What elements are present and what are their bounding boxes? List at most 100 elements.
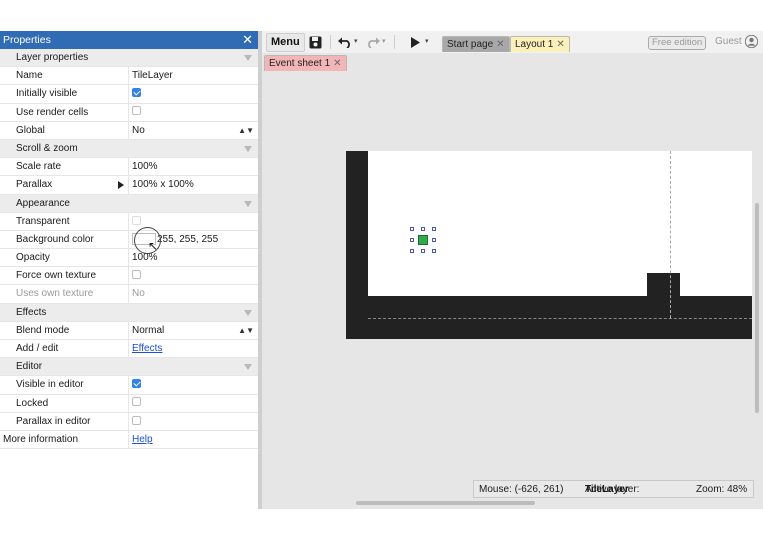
undo-icon[interactable] bbox=[338, 37, 352, 48]
prop-value bbox=[128, 103, 258, 122]
prop-label: Force own texture bbox=[16, 270, 97, 282]
main-toolbar: Menu ▾ ▾ ▾ Start page✕ Layout 1✕ Free bbox=[262, 31, 763, 53]
tab-close-icon[interactable]: ✕ bbox=[333, 58, 341, 69]
select-arrows-icon: ▲▼ bbox=[238, 125, 254, 135]
resize-handle[interactable] bbox=[421, 249, 425, 253]
prop-row-name: Name TileLayer bbox=[0, 67, 258, 86]
prop-label: Parallax in editor bbox=[16, 415, 91, 427]
prop-value bbox=[128, 376, 258, 395]
section-effects[interactable]: Effects bbox=[0, 303, 258, 322]
prop-label: Opacity bbox=[16, 252, 50, 264]
tile-block[interactable] bbox=[647, 273, 680, 297]
visible-in-editor-checkbox[interactable] bbox=[132, 379, 141, 389]
section-label: Effects bbox=[16, 306, 47, 318]
name-field[interactable]: TileLayer bbox=[128, 67, 258, 86]
play-icon[interactable] bbox=[411, 37, 420, 48]
resize-handle[interactable] bbox=[410, 238, 414, 242]
resize-handle[interactable] bbox=[410, 249, 414, 253]
prop-row-visible-in-editor: Visible in editor bbox=[0, 376, 258, 395]
parallax-field[interactable]: 100% x 100% bbox=[128, 176, 258, 195]
prop-row-blend-mode: Blend mode Normal ▲▼ bbox=[0, 321, 258, 341]
locked-checkbox[interactable] bbox=[132, 397, 141, 407]
uses-own-texture-value: No bbox=[128, 285, 258, 304]
zoom-level: Zoom: 48% bbox=[696, 484, 748, 495]
parallax-in-editor-checkbox[interactable] bbox=[132, 415, 141, 425]
resize-handle[interactable] bbox=[410, 227, 414, 231]
effects-link[interactable]: Effects bbox=[132, 343, 162, 354]
prop-row-add-edit: Add / edit Effects bbox=[0, 340, 258, 359]
prop-label: Name bbox=[16, 70, 43, 82]
resize-handle[interactable] bbox=[432, 227, 436, 231]
prop-label: Locked bbox=[16, 397, 49, 409]
properties-title: Properties bbox=[3, 34, 51, 46]
active-layer-status: Active layer: TileLayer bbox=[585, 481, 639, 499]
expand-arrow-icon[interactable] bbox=[118, 181, 124, 190]
toolbar-divider bbox=[330, 35, 331, 49]
redo-dropdown-icon[interactable]: ▾ bbox=[382, 37, 386, 45]
edition-badge[interactable]: Free edition bbox=[648, 36, 707, 50]
collapse-triangle-icon[interactable] bbox=[244, 145, 252, 152]
prop-label: Transparent bbox=[16, 215, 70, 227]
background-color-field[interactable]: 255, 255, 255 bbox=[128, 230, 258, 250]
global-value: No bbox=[132, 124, 145, 136]
prop-row-opacity: Opacity 100% bbox=[0, 249, 258, 268]
scale-rate-field[interactable]: 100% bbox=[128, 158, 258, 177]
help-link[interactable]: Help bbox=[132, 434, 153, 445]
redo-icon[interactable] bbox=[366, 37, 380, 48]
layout-background bbox=[368, 151, 752, 296]
blend-mode-value: Normal bbox=[132, 324, 165, 336]
force-own-texture-checkbox[interactable] bbox=[132, 270, 141, 280]
play-dropdown-icon[interactable]: ▾ bbox=[425, 37, 429, 45]
tab-start-page[interactable]: Start page ✕ bbox=[442, 36, 510, 52]
transparent-checkbox[interactable] bbox=[132, 215, 141, 225]
selected-sprite[interactable] bbox=[410, 227, 436, 253]
save-icon[interactable] bbox=[309, 36, 322, 49]
prop-label: Add / edit bbox=[16, 343, 59, 354]
tab-layout-1[interactable]: Layout 1 ✕ bbox=[510, 36, 570, 52]
prop-value bbox=[128, 85, 258, 104]
opacity-field[interactable]: 100% bbox=[128, 249, 258, 268]
layout-canvas[interactable] bbox=[346, 151, 752, 339]
prop-value bbox=[128, 212, 258, 231]
section-label: Layer properties bbox=[16, 52, 89, 63]
section-editor[interactable]: Editor bbox=[0, 358, 258, 377]
blend-mode-select[interactable]: Normal ▲▼ bbox=[128, 321, 258, 341]
color-swatch[interactable] bbox=[132, 233, 156, 246]
undo-dropdown-icon[interactable]: ▾ bbox=[354, 37, 358, 45]
menu-button[interactable]: Menu bbox=[266, 33, 305, 52]
resize-handle[interactable] bbox=[421, 227, 425, 231]
initially-visible-checkbox[interactable] bbox=[132, 88, 141, 98]
section-scroll-zoom[interactable]: Scroll & zoom bbox=[0, 139, 258, 159]
section-appearance[interactable]: Appearance bbox=[0, 194, 258, 213]
user-label[interactable]: Guest bbox=[715, 36, 742, 48]
prop-row-force-own-texture: Force own texture bbox=[0, 267, 258, 286]
collapse-triangle-icon[interactable] bbox=[244, 364, 252, 371]
prop-label: More information bbox=[3, 433, 79, 445]
collapse-triangle-icon[interactable] bbox=[244, 309, 252, 316]
collapse-triangle-icon[interactable] bbox=[244, 200, 252, 207]
vertical-scrollbar[interactable] bbox=[755, 203, 759, 413]
prop-row-scale-rate: Scale rate 100% bbox=[0, 158, 258, 177]
section-label: Scroll & zoom bbox=[16, 142, 78, 154]
horizontal-scrollbar[interactable] bbox=[356, 501, 535, 505]
collapse-triangle-icon[interactable] bbox=[244, 55, 252, 61]
tab-label: Event sheet 1 bbox=[269, 58, 331, 69]
user-icon[interactable] bbox=[745, 35, 758, 48]
section-label: Appearance bbox=[16, 197, 70, 209]
prop-label: Visible in editor bbox=[16, 379, 84, 391]
toolbar-divider bbox=[394, 35, 395, 49]
resize-handle[interactable] bbox=[432, 238, 436, 242]
sprite-object[interactable] bbox=[418, 235, 428, 245]
close-icon[interactable]: ✕ bbox=[242, 31, 253, 49]
layout-editor: Menu ▾ ▾ ▾ Start page✕ Layout 1✕ Free bbox=[262, 31, 763, 509]
section-layer-properties[interactable]: Layer properties bbox=[0, 49, 258, 68]
resize-handle[interactable] bbox=[432, 249, 436, 253]
tab-close-icon[interactable]: ✕ bbox=[556, 39, 564, 50]
global-select[interactable]: No ▲▼ bbox=[128, 121, 258, 140]
tab-close-icon[interactable]: ✕ bbox=[496, 39, 504, 50]
properties-title-bar: Properties ✕ bbox=[0, 31, 258, 49]
prop-value: Help bbox=[128, 430, 258, 450]
select-arrows-icon: ▲▼ bbox=[238, 325, 254, 335]
tab-event-sheet-1[interactable]: Event sheet 1 ✕ bbox=[264, 55, 347, 71]
use-render-cells-checkbox[interactable] bbox=[132, 106, 141, 116]
